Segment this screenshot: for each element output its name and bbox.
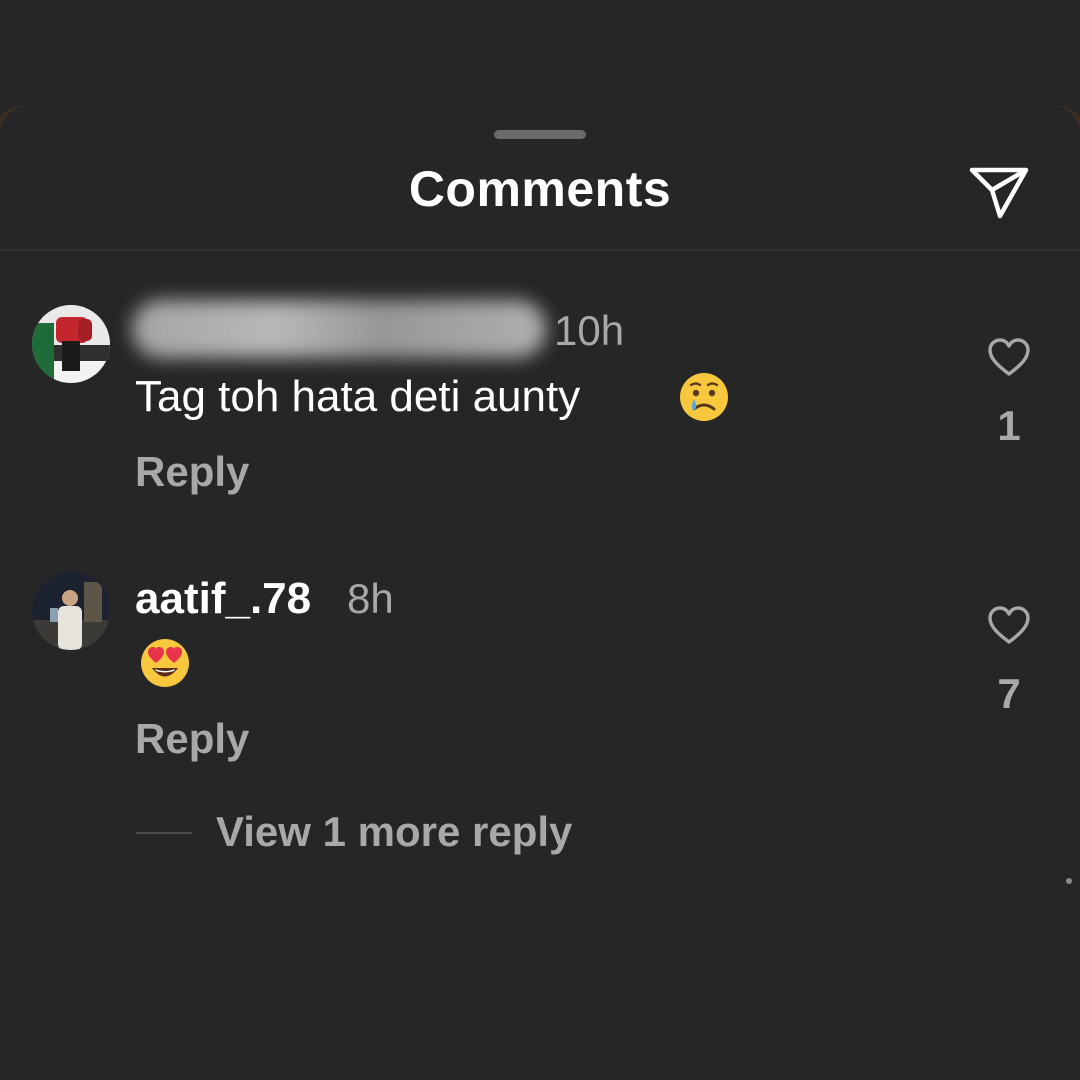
- heart-eyes-face-icon: [141, 639, 189, 687]
- username-redacted: [132, 300, 546, 358]
- status-area: [0, 0, 1080, 110]
- scroll-indicator: [1066, 878, 1072, 884]
- like-count: 7: [997, 670, 1021, 717]
- avatar[interactable]: [32, 572, 110, 650]
- comment-text: Tag toh hata deti aunty: [135, 372, 581, 421]
- comment-username[interactable]: aatif_.78: [135, 574, 311, 624]
- header-divider: [0, 249, 1080, 251]
- replies-divider-line: [136, 832, 192, 834]
- comment-time: 8h: [347, 575, 394, 622]
- heart-icon[interactable]: [987, 605, 1031, 645]
- sheet-drag-handle[interactable]: [494, 130, 586, 139]
- share-icon[interactable]: [968, 164, 1030, 222]
- reply-button[interactable]: Reply: [135, 448, 249, 496]
- view-more-replies-button[interactable]: View 1 more reply: [216, 808, 572, 856]
- reply-button[interactable]: Reply: [135, 715, 249, 763]
- avatar[interactable]: [32, 305, 110, 383]
- like-count: 1: [997, 402, 1021, 449]
- crying-face-icon: [680, 373, 728, 421]
- page-title: Comments: [408, 161, 672, 217]
- heart-icon[interactable]: [987, 337, 1031, 377]
- comment-time: 10h: [554, 307, 625, 354]
